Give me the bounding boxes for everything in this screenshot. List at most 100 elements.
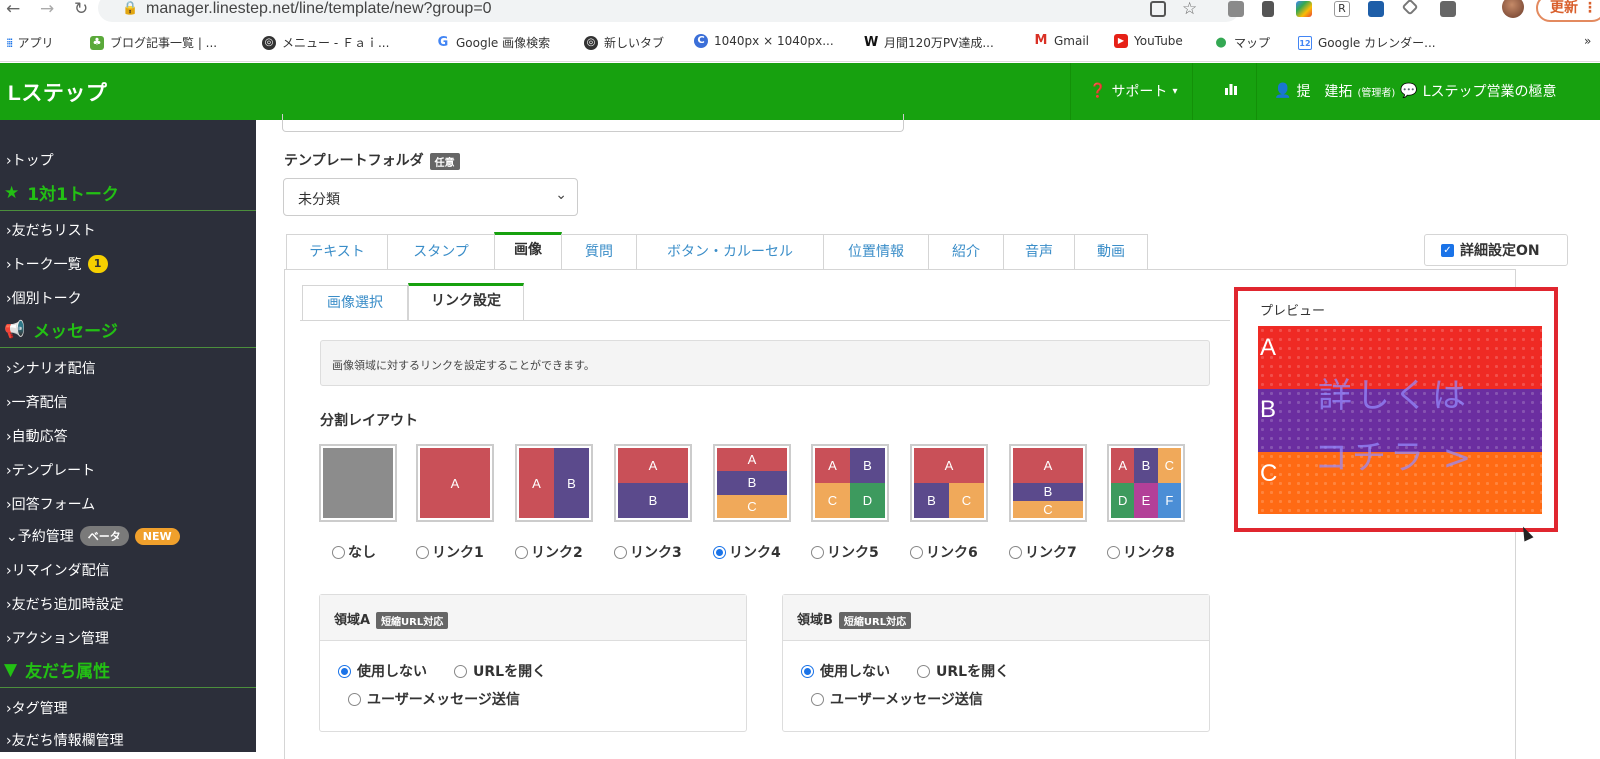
- layout-none-thumb[interactable]: [319, 444, 397, 522]
- tab-text[interactable]: テキスト: [286, 234, 388, 270]
- star-icon[interactable]: ☆: [1182, 0, 1197, 18]
- extension-devtools-icon[interactable]: [1228, 1, 1244, 17]
- tab-stamp[interactable]: スタンプ: [387, 234, 495, 270]
- tab-video[interactable]: 動画: [1074, 234, 1148, 270]
- maps-pin-icon: ●: [1214, 34, 1228, 50]
- sidebar-item-reservation[interactable]: ⌄予約管理 ベータ NEW: [6, 526, 180, 546]
- sidebar-item-template[interactable]: ›テンプレート: [6, 460, 95, 480]
- sidebar-item-action[interactable]: ›アクション管理: [6, 628, 109, 648]
- sidebar-item-auto-reply[interactable]: ›自動応答: [6, 426, 68, 446]
- user-menu[interactable]: 👤 提 建拓 (管理者) 💬 Lステップ営業の極意: [1274, 81, 1557, 101]
- header-divider: [1070, 63, 1071, 120]
- bookmark-maps[interactable]: ● マップ: [1214, 34, 1270, 51]
- sidebar-item-answer-form[interactable]: ›回答フォーム: [6, 494, 95, 514]
- support-menu[interactable]: ❓ サポート ▾: [1089, 81, 1177, 101]
- cell-a: A: [420, 448, 490, 518]
- region-a-radio-message[interactable]: ユーザーメッセージ送信: [348, 689, 520, 709]
- sidebar-item-friend-add-settings[interactable]: ›友だち追加時設定: [6, 594, 124, 614]
- region-b-radio-none[interactable]: 使用しない: [801, 661, 890, 681]
- globe-icon: ◎: [584, 35, 598, 50]
- radio-layout-link3[interactable]: リンク3: [614, 542, 682, 562]
- back-arrow-icon[interactable]: ←: [6, 0, 20, 18]
- sidebar-item-individual-talk[interactable]: ›個別トーク: [6, 288, 82, 308]
- extension-s-icon[interactable]: [1368, 1, 1384, 17]
- sidebar-item-scenario[interactable]: ›シナリオ配信: [6, 358, 96, 378]
- bookmark-new-tab[interactable]: ◎ 新しいタブ: [584, 34, 664, 51]
- sidebar-item-reminder[interactable]: ›リマインダ配信: [6, 560, 110, 580]
- stats-icon[interactable]: [1224, 81, 1238, 95]
- radio-layout-link8[interactable]: リンク8: [1107, 542, 1175, 562]
- question-circle-icon: ❓: [1089, 83, 1107, 99]
- tag-icon[interactable]: [1401, 0, 1419, 16]
- chat-bubble-icon: 💬: [1400, 83, 1418, 99]
- bookmark-blog[interactable]: ♣ ブログ記事一覧 | ...: [90, 34, 217, 51]
- region-b-radio-message[interactable]: ユーザーメッセージ送信: [811, 689, 983, 709]
- layout-link5-thumb[interactable]: A B C D: [811, 444, 889, 522]
- detail-settings-toggle[interactable]: ✓ 詳細設定ON: [1424, 234, 1568, 266]
- update-button[interactable]: 更新 ⋮: [1536, 0, 1600, 22]
- layout-link2-thumb[interactable]: A B: [515, 444, 593, 522]
- lock-icon: 🔒: [122, 1, 139, 16]
- tab-location[interactable]: 位置情報: [823, 234, 929, 270]
- forward-arrow-icon[interactable]: →: [40, 0, 54, 18]
- tab-image[interactable]: 画像: [494, 232, 562, 269]
- radio-layout-link1[interactable]: リンク1: [416, 542, 484, 562]
- bookmark-menu[interactable]: ◎ メニュー - Ｆａｉ...: [262, 34, 389, 51]
- reload-icon[interactable]: ↻: [74, 0, 88, 18]
- radio-layout-link4[interactable]: リンク4: [713, 542, 781, 562]
- tab-audio[interactable]: 音声: [1003, 234, 1075, 270]
- puzzle-icon[interactable]: [1440, 1, 1456, 17]
- radio-layout-link7[interactable]: リンク7: [1009, 542, 1077, 562]
- bookmark-calendar[interactable]: 12 Google カレンダー...: [1298, 34, 1436, 51]
- radio-layout-link5[interactable]: リンク5: [811, 542, 879, 562]
- sidebar-item-friends-list[interactable]: ›友だちリスト: [6, 220, 96, 240]
- tab-button-carousel[interactable]: ボタン・カルーセル: [636, 234, 824, 270]
- radio-layout-link2[interactable]: リンク2: [515, 542, 583, 562]
- c-circle-icon: C: [694, 34, 708, 48]
- cell-c: C: [1157, 448, 1181, 483]
- google-icon: G: [436, 34, 450, 50]
- sidebar-item-tag[interactable]: ›タグ管理: [6, 698, 68, 718]
- browser-toolbar: ← → ↻ 🔒 manager.linestep.net/line/templa…: [0, 0, 1600, 26]
- bookmarks-more[interactable]: »: [1584, 34, 1591, 48]
- layout-link6-thumb[interactable]: A B C: [910, 444, 988, 522]
- template-name-input[interactable]: [282, 114, 904, 132]
- tab-question[interactable]: 質問: [561, 234, 637, 270]
- sidebar-item-broadcast[interactable]: ›一斉配信: [6, 392, 68, 412]
- layout-link8-thumb[interactable]: A B C D E F: [1107, 444, 1185, 522]
- region-a-radio-url[interactable]: URLを開く: [454, 661, 546, 681]
- region-b-radio-url[interactable]: URLを開く: [917, 661, 1009, 681]
- layout-link3-thumb[interactable]: A B: [614, 444, 692, 522]
- url-text[interactable]: manager.linestep.net/line/template/new?g…: [146, 0, 492, 18]
- bookmark-1040px[interactable]: C 1040px × 1040px...: [694, 34, 834, 48]
- cell-e: E: [1134, 483, 1158, 518]
- brand-logo[interactable]: Lステップ: [8, 77, 107, 107]
- bookmark-gmail[interactable]: M Gmail: [1034, 34, 1089, 48]
- profile-avatar[interactable]: [1502, 0, 1524, 18]
- region-a-panel: 領域A 短縮URL対応 使用しない URLを開く ユーザーメッセージ送信: [319, 594, 747, 732]
- bookmark-monthly-pv[interactable]: W 月間120万PV達成...: [864, 34, 994, 51]
- radio-layout-none[interactable]: なし: [332, 542, 376, 562]
- layout-link4-thumb[interactable]: A B C: [713, 444, 791, 522]
- preview-overlay-line1: 詳しくは: [1318, 376, 1470, 416]
- extension-drive-icon[interactable]: [1296, 1, 1312, 17]
- layout-link7-thumb[interactable]: A B C: [1009, 444, 1087, 522]
- subtab-link-settings[interactable]: リンク設定: [408, 283, 524, 320]
- subtab-image-select[interactable]: 画像選択: [302, 285, 408, 321]
- sidebar-item-top[interactable]: ›トップ: [6, 150, 54, 170]
- layout-link1-thumb[interactable]: A: [416, 444, 494, 522]
- sidebar-item-talk-list[interactable]: ›トーク一覧 1: [6, 254, 108, 274]
- extension-r-icon[interactable]: R: [1334, 1, 1350, 17]
- extension-bookmark-icon[interactable]: [1262, 1, 1274, 17]
- region-a-radio-none[interactable]: 使用しない: [338, 661, 427, 681]
- folder-select[interactable]: 未分類 ⌄: [283, 178, 578, 216]
- cell-c: C: [1013, 500, 1083, 518]
- qr-code-icon[interactable]: [1150, 1, 1166, 17]
- star-icon: ★: [4, 182, 20, 203]
- bookmark-youtube[interactable]: ▶ YouTube: [1114, 34, 1183, 48]
- sidebar-item-friend-info[interactable]: ›友だち情報欄管理: [6, 730, 124, 750]
- tab-introduction[interactable]: 紹介: [928, 234, 1004, 270]
- bookmark-apps[interactable]: ⁞⁞⁞ アプリ: [6, 34, 53, 51]
- radio-layout-link6[interactable]: リンク6: [910, 542, 978, 562]
- bookmark-google-images[interactable]: G Google 画像検索: [436, 34, 550, 51]
